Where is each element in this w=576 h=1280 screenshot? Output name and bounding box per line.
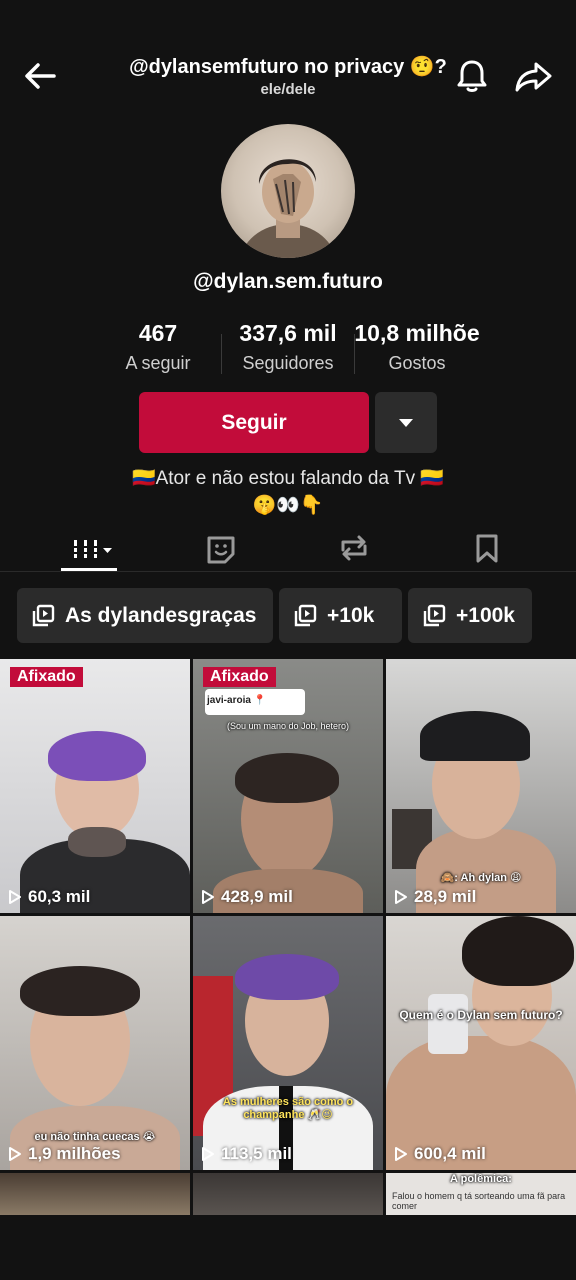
play-icon <box>9 1147 21 1161</box>
bio-line: 🇨🇴Ator e não estou falando da Tv 🇨🇴 <box>131 468 445 489</box>
video-thumbnail[interactable]: Afixado 60,3 mil <box>0 659 190 913</box>
reply-user: javi-aroia 📍 <box>207 695 267 706</box>
share-icon[interactable] <box>512 56 554 96</box>
stat-divider <box>221 334 222 374</box>
view-count: 28,9 mil <box>394 887 476 907</box>
view-count: 1,9 milhões <box>8 1144 121 1164</box>
bell-icon[interactable] <box>452 56 492 96</box>
pronouns: ele/dele <box>260 81 316 98</box>
following-count[interactable]: 467 <box>118 320 198 347</box>
view-count: 60,3 mil <box>8 887 90 907</box>
playlist-label: +100k <box>456 603 515 627</box>
bio-emojis: 🤫👀👇 <box>252 495 324 516</box>
pinned-badge: Afixado <box>203 667 276 687</box>
playlists-row: As dylandesgraças +10k +100k <box>0 588 576 644</box>
playlist-chip[interactable]: +100k <box>408 588 532 643</box>
follow-button[interactable]: Seguir <box>139 392 369 453</box>
video-thumbnail[interactable] <box>193 1173 383 1215</box>
view-count: 428,9 mil <box>201 887 293 907</box>
playlist-label: As dylandesgraças <box>65 603 257 627</box>
video-caption: (Sou um mano do Job, hetero) <box>226 721 350 731</box>
video-thumbnail[interactable]: 🙈: Ah dylan 😩 28,9 mil <box>386 659 576 913</box>
play-icon <box>9 890 21 904</box>
playlist-chip[interactable]: +10k <box>279 588 402 643</box>
video-thumbnail[interactable]: Quem é o Dylan sem futuro? 600,4 mil <box>386 916 576 1170</box>
video-thumbnail[interactable] <box>0 1173 190 1215</box>
active-tab-indicator <box>61 568 117 571</box>
playlist-icon <box>294 604 317 626</box>
video-thumbnail[interactable]: javi-aroia 📍 (Sou um mano do Job, hetero… <box>193 659 383 913</box>
top-bar: @dylansemfuturo no privacy 🤨? ele/dele <box>0 0 576 120</box>
play-icon <box>202 890 214 904</box>
following-label[interactable]: A seguir <box>108 353 208 374</box>
username: @dylan.sem.futuro <box>193 270 383 293</box>
playlist-chip[interactable]: As dylandesgraças <box>17 588 273 643</box>
video-caption: Quem é o Dylan sem futuro? <box>399 1008 563 1022</box>
play-icon <box>395 1147 407 1161</box>
video-caption: As mulheres são como o champanhe 🥂😉 <box>222 1096 354 1121</box>
videos-grid-tab-icon[interactable] <box>70 528 116 568</box>
repost-tab-icon[interactable] <box>337 528 371 568</box>
video-caption: eu não tinha cuecas 😭 <box>34 1131 156 1143</box>
avatar-photo <box>240 159 336 258</box>
video-caption: 🙈: Ah dylan 😩 <box>440 872 522 884</box>
bottom-area <box>0 1215 576 1280</box>
video-subcaption: Falou o homem q tá sorteando uma fã para… <box>392 1191 566 1211</box>
playlist-icon <box>423 604 446 626</box>
video-caption: A polêmica: <box>450 1173 512 1185</box>
video-thumbnail[interactable]: As mulheres são como o champanhe 🥂😉 113,… <box>193 916 383 1170</box>
suggested-accounts-button[interactable] <box>375 392 437 453</box>
followers-label[interactable]: Seguidores <box>230 353 346 374</box>
view-count: 600,4 mil <box>394 1144 486 1164</box>
play-icon <box>395 890 407 904</box>
playlist-icon <box>32 604 55 626</box>
video-thumbnail[interactable]: eu não tinha cuecas 😭 1,9 milhões <box>0 916 190 1170</box>
page-title: @dylansemfuturo no privacy 🤨? <box>129 56 447 78</box>
caret-down-icon <box>399 418 413 427</box>
followers-count[interactable]: 337,6 mil <box>230 320 346 347</box>
video-thumbnail[interactable]: A polêmica: Falou o homem q tá sorteando… <box>386 1173 576 1215</box>
play-icon <box>202 1147 214 1161</box>
back-arrow-icon[interactable] <box>20 56 60 96</box>
bookmark-tab-icon[interactable] <box>474 528 500 568</box>
profile-tabs <box>0 520 576 572</box>
playlist-label: +10k <box>327 603 375 627</box>
video-grid: Afixado 60,3 mil javi-aroia 📍 (Sou um ma… <box>0 659 576 1215</box>
likes-label: Gostos <box>388 353 446 373</box>
view-count: 113,5 mil <box>201 1144 292 1164</box>
avatar[interactable] <box>221 124 355 258</box>
likes-count: 10,8 milhõe <box>354 320 480 346</box>
pinned-badge: Afixado <box>10 667 83 687</box>
sticker-tab-icon[interactable] <box>205 528 237 568</box>
